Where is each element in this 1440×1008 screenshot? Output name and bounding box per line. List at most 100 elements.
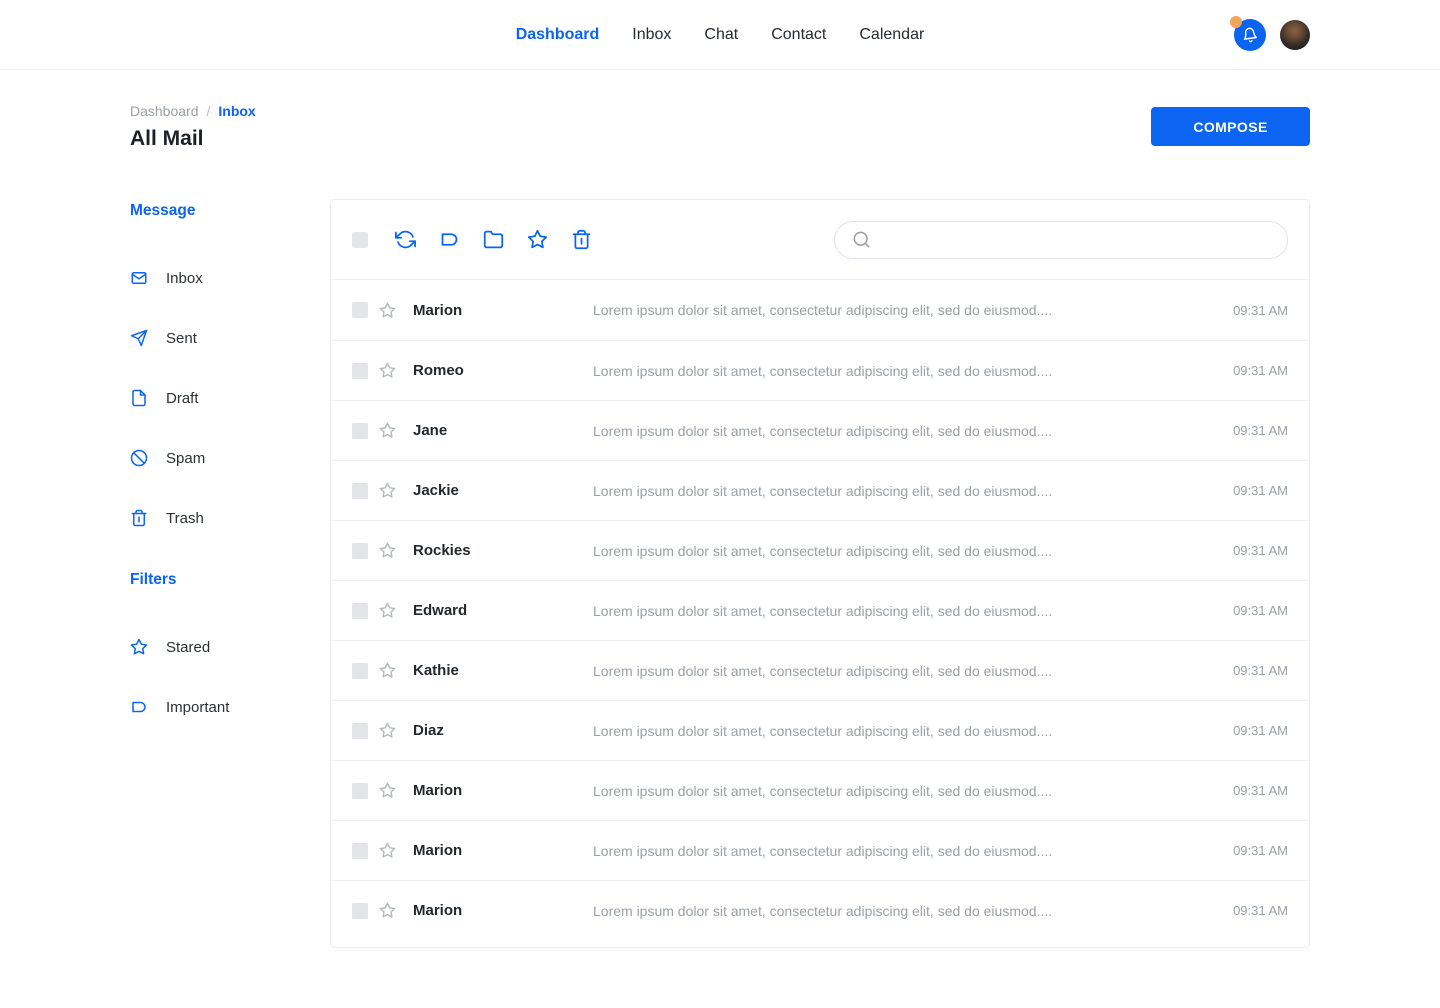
compose-button[interactable]: COMPOSE xyxy=(1151,107,1310,146)
message-time: 09:31 AM xyxy=(1233,723,1288,738)
mail-row[interactable]: Romeo Lorem ipsum dolor sit amet, consec… xyxy=(331,340,1309,400)
notification-badge xyxy=(1230,16,1242,28)
nav-dashboard[interactable]: Dashboard xyxy=(516,26,600,44)
search-input[interactable] xyxy=(881,222,1273,258)
sidebar-item-label: Trash xyxy=(166,510,204,527)
mail-row[interactable]: Diaz Lorem ipsum dolor sit amet, consect… xyxy=(331,700,1309,760)
nav-contact[interactable]: Contact xyxy=(771,26,826,44)
spam-icon xyxy=(130,449,148,467)
sidebar-item-stared[interactable]: Stared xyxy=(130,617,330,677)
main-area: Message Inbox Sent Draft xyxy=(0,199,1440,948)
sidebar-item-label: Stared xyxy=(166,639,210,656)
row-checkbox[interactable] xyxy=(352,302,368,318)
star-icon[interactable] xyxy=(379,662,396,679)
sender-name: Jane xyxy=(413,422,593,439)
sidebar-item-important[interactable]: Important xyxy=(130,677,330,737)
sender-name: Kathie xyxy=(413,662,593,679)
message-preview: Lorem ipsum dolor sit amet, consectetur … xyxy=(593,603,1213,619)
message-preview: Lorem ipsum dolor sit amet, consectetur … xyxy=(593,483,1213,499)
folder-icon xyxy=(483,229,504,250)
label-icon xyxy=(439,229,460,250)
breadcrumb-inbox[interactable]: Inbox xyxy=(218,103,255,119)
star-icon[interactable] xyxy=(379,602,396,619)
message-time: 09:31 AM xyxy=(1233,843,1288,858)
nav-calendar[interactable]: Calendar xyxy=(859,26,924,44)
sidebar-item-inbox[interactable]: Inbox xyxy=(130,248,330,308)
mail-row[interactable]: Jane Lorem ipsum dolor sit amet, consect… xyxy=(331,400,1309,460)
sidebar-item-draft[interactable]: Draft xyxy=(130,368,330,428)
star-icon[interactable] xyxy=(379,842,396,859)
sidebar: Message Inbox Sent Draft xyxy=(130,199,330,737)
breadcrumb-dashboard[interactable]: Dashboard xyxy=(130,103,199,119)
star-icon xyxy=(130,638,148,656)
sender-name: Marion xyxy=(413,782,593,799)
mail-row[interactable]: Edward Lorem ipsum dolor sit amet, conse… xyxy=(331,580,1309,640)
message-preview: Lorem ipsum dolor sit amet, consectetur … xyxy=(593,783,1213,799)
star-icon[interactable] xyxy=(379,782,396,799)
row-checkbox[interactable] xyxy=(352,363,368,379)
row-checkbox[interactable] xyxy=(352,483,368,499)
sidebar-item-label: Spam xyxy=(166,450,205,467)
row-checkbox[interactable] xyxy=(352,423,368,439)
mail-row[interactable]: Marion Lorem ipsum dolor sit amet, conse… xyxy=(331,880,1309,940)
filter-list: Stared Important xyxy=(130,617,330,737)
mail-row[interactable]: Marion Lorem ipsum dolor sit amet, conse… xyxy=(331,820,1309,880)
draft-icon xyxy=(130,389,148,407)
sender-name: Jackie xyxy=(413,482,593,499)
folder-button[interactable] xyxy=(483,229,504,250)
mail-toolbar xyxy=(331,200,1309,280)
row-checkbox[interactable] xyxy=(352,663,368,679)
star-icon[interactable] xyxy=(379,482,396,499)
star-button[interactable] xyxy=(527,229,548,250)
sidebar-item-sent[interactable]: Sent xyxy=(130,308,330,368)
message-time: 09:31 AM xyxy=(1233,363,1288,378)
star-icon[interactable] xyxy=(379,362,396,379)
nav-inbox[interactable]: Inbox xyxy=(632,26,671,44)
label-button[interactable] xyxy=(439,229,460,250)
sidebar-item-trash[interactable]: Trash xyxy=(130,488,330,548)
avatar[interactable] xyxy=(1280,20,1310,50)
search-icon xyxy=(852,230,871,249)
label-icon xyxy=(130,698,148,716)
notifications-button[interactable] xyxy=(1234,19,1266,51)
row-checkbox[interactable] xyxy=(352,903,368,919)
star-icon xyxy=(527,229,548,250)
message-time: 09:31 AM xyxy=(1233,423,1288,438)
refresh-icon xyxy=(395,229,416,250)
inbox-icon xyxy=(130,269,148,287)
row-checkbox[interactable] xyxy=(352,843,368,859)
message-preview: Lorem ipsum dolor sit amet, consectetur … xyxy=(593,423,1213,439)
sender-name: Romeo xyxy=(413,362,593,379)
sidebar-item-label: Important xyxy=(166,699,229,716)
search-box[interactable] xyxy=(834,221,1288,259)
star-icon[interactable] xyxy=(379,542,396,559)
row-checkbox[interactable] xyxy=(352,543,368,559)
sender-name: Marion xyxy=(413,902,593,919)
send-icon xyxy=(130,329,148,347)
star-icon[interactable] xyxy=(379,302,396,319)
select-all-checkbox[interactable] xyxy=(352,232,368,248)
row-checkbox[interactable] xyxy=(352,723,368,739)
star-icon[interactable] xyxy=(379,722,396,739)
star-icon[interactable] xyxy=(379,902,396,919)
mail-row[interactable]: Marion Lorem ipsum dolor sit amet, conse… xyxy=(331,280,1309,340)
sender-name: Diaz xyxy=(413,722,593,739)
row-checkbox[interactable] xyxy=(352,603,368,619)
sidebar-item-label: Draft xyxy=(166,390,199,407)
message-preview: Lorem ipsum dolor sit amet, consectetur … xyxy=(593,663,1213,679)
mail-row[interactable]: Rockies Lorem ipsum dolor sit amet, cons… xyxy=(331,520,1309,580)
mail-row[interactable]: Kathie Lorem ipsum dolor sit amet, conse… xyxy=(331,640,1309,700)
sidebar-item-spam[interactable]: Spam xyxy=(130,428,330,488)
message-time: 09:31 AM xyxy=(1233,483,1288,498)
header-right xyxy=(1234,19,1310,51)
delete-button[interactable] xyxy=(571,229,592,250)
row-checkbox[interactable] xyxy=(352,783,368,799)
refresh-button[interactable] xyxy=(395,229,416,250)
top-header: Dashboard Inbox Chat Contact Calendar xyxy=(0,0,1440,70)
mail-row[interactable]: Jackie Lorem ipsum dolor sit amet, conse… xyxy=(331,460,1309,520)
mail-row[interactable]: Marion Lorem ipsum dolor sit amet, conse… xyxy=(331,760,1309,820)
star-icon[interactable] xyxy=(379,422,396,439)
nav-chat[interactable]: Chat xyxy=(704,26,738,44)
message-list: Inbox Sent Draft Spam xyxy=(130,248,330,548)
message-preview: Lorem ipsum dolor sit amet, consectetur … xyxy=(593,302,1213,318)
